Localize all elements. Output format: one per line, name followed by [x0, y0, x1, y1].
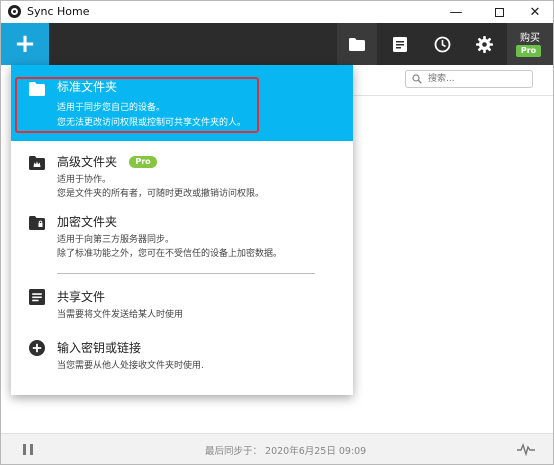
search-icon — [412, 74, 422, 84]
menu-item-title: 加密文件夹 — [57, 215, 118, 229]
plus-circle-icon — [29, 340, 45, 356]
history-icon — [434, 36, 450, 52]
menu-divider — [57, 273, 315, 274]
menu-item-desc: 除了标准功能之外，您可在不受信任的设备上加密数据。 — [57, 249, 283, 259]
notes-icon — [393, 36, 407, 52]
folder-icon — [349, 37, 365, 51]
pause-icon-bar — [23, 444, 26, 455]
pause-sync-button[interactable] — [23, 444, 33, 455]
pro-badge: Pro — [129, 156, 157, 168]
status-bar: 最后同步于： 2020年6月25日 09:09 — [1, 433, 553, 464]
window-title: Sync Home — [27, 5, 90, 18]
menu-item-desc: 当您需要从他人处接收文件夹时使用. — [57, 361, 204, 371]
buy-label: 购买 — [520, 33, 540, 44]
sync-home-window: Sync Home — ✕ + 购买 Pro 搜索... 最后同步于： 2020… — [0, 0, 554, 465]
menu-item-title: 输入密钥或链接 — [57, 341, 142, 355]
menu-item-standard-folder[interactable]: 标准文件夹 适用于同步您自己的设备。 您无法更改访问权限或控制可共享文件夹的人。 — [11, 65, 353, 141]
settings-tab-button[interactable] — [464, 23, 504, 65]
menu-item-desc: 当需要将文件发送给某人时使用 — [57, 310, 184, 320]
notes-tab-button[interactable] — [380, 23, 420, 65]
minimize-button[interactable]: — — [438, 1, 474, 23]
maximize-button[interactable] — [481, 1, 517, 23]
gear-icon — [475, 35, 493, 53]
title-bar: Sync Home — ✕ — [1, 1, 553, 23]
close-button[interactable]: ✕ — [517, 1, 553, 23]
app-logo-icon — [8, 5, 21, 18]
menu-item-desc: 您是文件夹的所有者，可随时更改或撤销访问权限。 — [57, 189, 265, 199]
add-folder-button[interactable]: + — [1, 23, 49, 65]
activity-icon[interactable] — [517, 442, 535, 456]
maximize-icon — [494, 7, 504, 17]
pause-icon-bar — [30, 444, 33, 455]
advanced-folder-icon — [29, 156, 45, 170]
history-tab-button[interactable] — [422, 23, 462, 65]
menu-item-encrypted-folder[interactable]: 加密文件夹 适用于向第三方服务器同步。 除了标准功能之外，您可在不受信任的设备上… — [11, 209, 353, 273]
annotation-highlight-box — [15, 77, 259, 133]
last-sync-text: 最后同步于： 2020年6月25日 09:09 — [205, 446, 367, 457]
search-input[interactable] — [428, 72, 528, 86]
menu-item-advanced-folder[interactable]: 高级文件夹 Pro 适用于协作。 您是文件夹的所有者，可随时更改或撤销访问权限。 — [11, 141, 353, 209]
add-folder-menu: 标准文件夹 适用于同步您自己的设备。 您无法更改访问权限或控制可共享文件夹的人。… — [11, 65, 353, 395]
menu-item-desc: 适用于向第三方服务器同步。 — [57, 235, 175, 245]
main-toolbar: + 购买 Pro — [1, 23, 553, 65]
buy-pro-button[interactable]: 购买 Pro — [507, 23, 553, 65]
menu-item-desc: 适用于协作。 — [57, 175, 112, 185]
menu-item-title: 共享文件 — [57, 290, 106, 304]
menu-item-share-file[interactable]: 共享文件 当需要将文件发送给某人时使用 — [11, 281, 353, 327]
menu-item-title: 高级文件夹 — [57, 155, 118, 169]
pro-badge: Pro — [516, 45, 541, 57]
list-header-divider — [353, 95, 553, 96]
menu-item-enter-key-or-link[interactable]: 输入密钥或链接 当您需要从他人处接收文件夹时使用. — [11, 331, 353, 381]
share-file-icon — [29, 289, 45, 305]
search-field[interactable] — [405, 70, 533, 88]
encrypted-folder-icon — [29, 216, 45, 230]
folders-tab-button[interactable] — [337, 23, 377, 65]
